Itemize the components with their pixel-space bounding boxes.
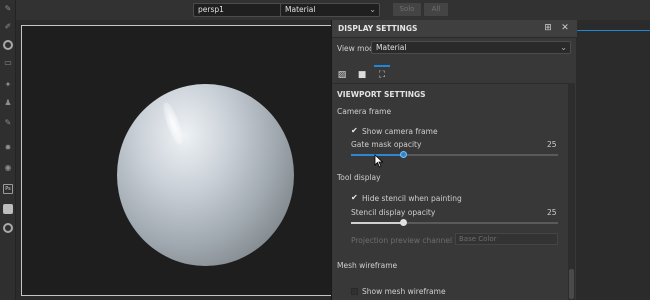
fill-icon[interactable] <box>3 40 13 50</box>
right-empty-area <box>576 31 650 300</box>
camera-frame-heading: Camera frame <box>337 107 392 116</box>
brush-icon[interactable]: ✎ <box>3 4 13 14</box>
all-button[interactable]: All <box>424 3 448 16</box>
sphere-mesh <box>117 84 294 266</box>
viewport-icon[interactable]: ⛶ <box>376 70 388 81</box>
file-icon[interactable] <box>3 204 13 214</box>
picker-icon[interactable]: ▭ <box>3 58 13 68</box>
stencil-opacity-handle[interactable] <box>400 219 407 226</box>
hide-stencil-checkbox[interactable]: ✔ <box>351 194 359 202</box>
3d-viewport[interactable] <box>21 25 334 296</box>
ps-icon[interactable]: Ps <box>3 184 13 194</box>
left-toolbar: ✎ ✐ ▭ ✦ ♟ ✎ ✹ ◉ Ps <box>0 0 16 300</box>
smudge-icon[interactable]: ♟ <box>3 98 13 108</box>
image-icon[interactable]: ▨ <box>336 70 348 81</box>
panel-title: DISPLAY SETTINGS <box>338 24 418 33</box>
show-wireframe-checkbox[interactable] <box>351 288 358 295</box>
panel-scrollbar[interactable] <box>568 83 575 300</box>
gate-mask-opacity-label: Gate mask opacity <box>351 140 422 149</box>
divider <box>332 83 570 84</box>
gate-mask-opacity-value: 25 <box>547 140 557 149</box>
scrollbar-thumb[interactable] <box>569 269 574 299</box>
view-mode-value: Material <box>376 43 407 52</box>
camera-select[interactable]: persp1 ⌄ <box>193 3 291 17</box>
stencil-opacity-label: Stencil display opacity <box>351 208 436 217</box>
mode-select-value: Material <box>285 5 316 14</box>
view-mode-select[interactable]: Material ⌄ <box>371 41 571 54</box>
projection-channel-select[interactable]: Base Color <box>455 233 558 245</box>
settings-icon[interactable]: ✹ <box>3 143 13 153</box>
active-tab-indicator <box>374 65 390 67</box>
section-title: VIEWPORT SETTINGS <box>337 90 426 99</box>
display-settings-panel: DISPLAY SETTINGS ⊞ ✕ View mode Material … <box>331 20 577 300</box>
show-camera-frame-checkbox[interactable]: ✔ <box>351 127 359 135</box>
camera-select-value: persp1 <box>198 5 224 14</box>
top-bar: persp1 ⌄ Material ⌄ Solo All <box>16 0 650 20</box>
clone-icon[interactable]: ✦ <box>3 80 13 90</box>
eraser-icon[interactable]: ✐ <box>3 22 13 32</box>
stencil-opacity-fill <box>351 222 403 224</box>
gate-mask-opacity-handle[interactable] <box>400 151 407 158</box>
mask-icon[interactable]: ◉ <box>3 163 13 173</box>
chevron-down-icon: ⌄ <box>369 5 376 14</box>
tool-display-heading: Tool display <box>337 173 381 182</box>
show-wireframe-label: Show mesh wireframe <box>362 287 446 296</box>
hide-stencil-label: Hide stencil when painting <box>362 194 462 203</box>
projection-channel-value: Base Color <box>459 235 497 243</box>
panel-header: DISPLAY SETTINGS ⊞ ✕ <box>332 20 577 38</box>
mesh-wireframe-heading: Mesh wireframe <box>337 261 398 270</box>
mouse-cursor-icon <box>374 154 384 168</box>
show-camera-frame-label: Show camera frame <box>362 127 438 136</box>
projection-channel-label: Projection preview channel <box>351 236 453 245</box>
camera-icon[interactable]: ■ <box>356 70 368 81</box>
chevron-down-icon: ⌄ <box>560 43 567 52</box>
target-icon[interactable] <box>3 223 13 233</box>
solo-button[interactable]: Solo <box>393 3 421 16</box>
mode-select[interactable]: Material ⌄ <box>280 3 380 17</box>
dock-icon[interactable]: ⊞ <box>543 23 553 33</box>
stencil-opacity-value: 25 <box>547 208 557 217</box>
close-icon[interactable]: ✕ <box>560 23 570 33</box>
transform-icon[interactable]: ✎ <box>3 118 13 128</box>
